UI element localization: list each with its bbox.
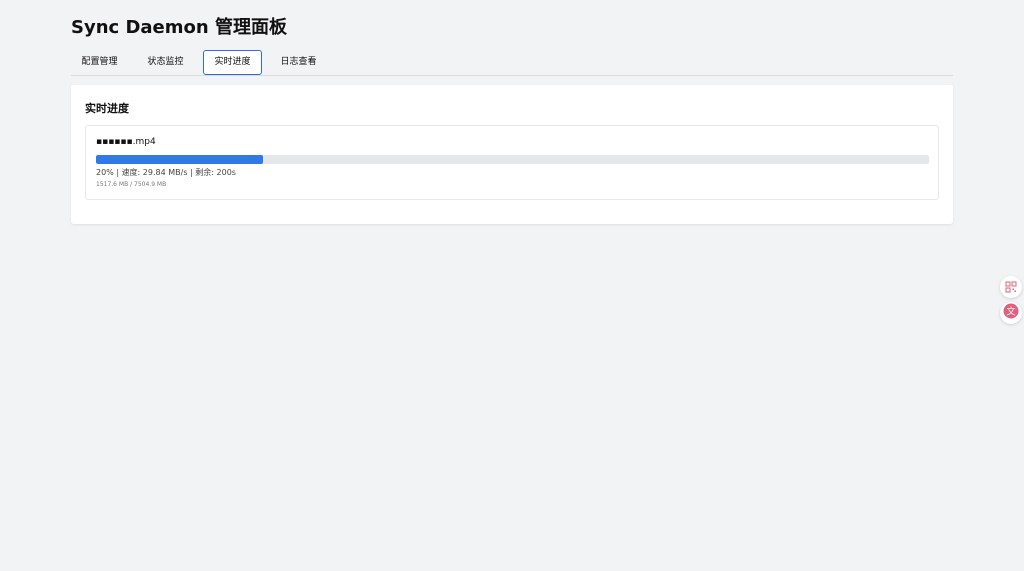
file-name: ▪▪▪▪▪▪.mp4 [96,137,156,147]
tab-logs[interactable]: 日志查看 [270,50,327,75]
tab-label: 日志查看 [280,57,317,67]
qr-grid-icon [1005,278,1017,297]
transfer-item: ▪▪▪▪▪▪.mp4 20% | 速度: 29.84 MB/s | 剩余: 20… [85,125,939,200]
tab-status[interactable]: 状态监控 [137,50,194,75]
section-title: 实时进度 [85,102,129,115]
tab-config[interactable]: 配置管理 [71,50,128,75]
tab-label: 实时进度 [214,57,251,67]
tab-label: 配置管理 [81,57,118,67]
side-qr-button[interactable] [1000,276,1022,298]
translate-icon: 文 [1003,303,1019,323]
tab-progress[interactable]: 实时进度 [203,50,262,75]
progress-card: 实时进度 ▪▪▪▪▪▪.mp4 20% | 速度: 29.84 MB/s | 剩… [71,85,953,224]
progress-bar-fill [96,155,263,164]
progress-bar [96,155,929,164]
tab-label: 状态监控 [147,57,184,67]
tab-bar: 配置管理 状态监控 实时进度 日志查看 [71,50,953,76]
svg-text:文: 文 [1006,306,1015,318]
side-translate-button[interactable]: 文 [1000,302,1022,324]
transfer-size: 1517.6 MB / 7504.9 MB [96,181,167,188]
transfer-stats: 20% | 速度: 29.84 MB/s | 剩余: 200s [96,168,236,177]
page-title: Sync Daemon 管理面板 [71,17,287,38]
app-window: Sync Daemon 管理面板 配置管理 状态监控 实时进度 日志查看 实时进… [0,0,1024,571]
